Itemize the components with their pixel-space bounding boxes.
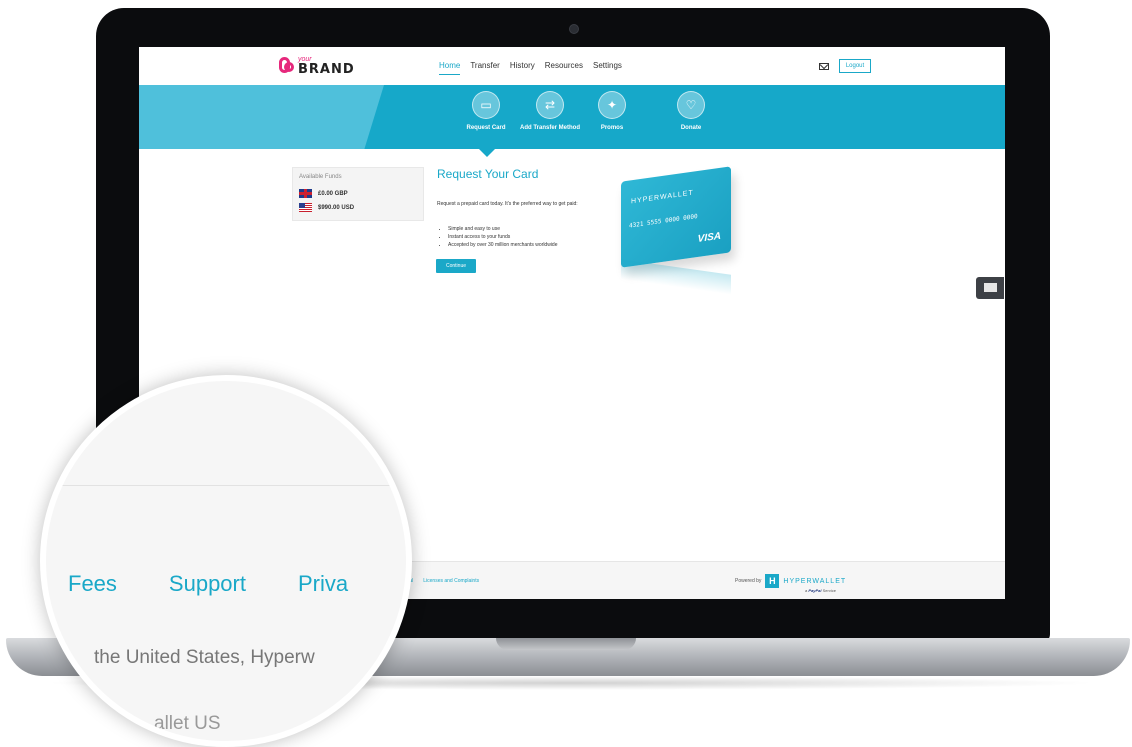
main-nav: Home Transfer History Resources Settings (439, 61, 622, 75)
paypal-prefix: a (805, 588, 808, 593)
logout-button[interactable]: Logout (839, 59, 871, 73)
funds-row-gbp: £0.00 GBP (299, 189, 348, 198)
logo-brand-text: BRAND (298, 62, 355, 77)
list-item: Instant access to your funds (448, 233, 558, 241)
card-benefits-list: Simple and easy to use Instant access to… (442, 225, 558, 249)
brand-logo-icon (279, 57, 295, 75)
funds-row-usd: $990.00 USD (299, 203, 354, 212)
ribbon-icon: ♡ (677, 91, 705, 119)
banner-item-add-transfer[interactable]: ⇄ Add Transfer Method (520, 91, 580, 132)
paypal-wordmark: PayPal (808, 588, 822, 593)
banner-item-request-card[interactable]: ▭ Request Card (456, 91, 516, 132)
magnified-link-privacy: Priva (297, 571, 349, 596)
powered-by-label: Powered by (735, 578, 762, 584)
webcam (569, 24, 579, 34)
funds-amount: $990.00 USD (318, 204, 355, 211)
funds-amount: £0.00 GBP (318, 190, 348, 197)
list-item: Accepted by over 30 million merchants wo… (448, 241, 558, 249)
visa-logo: VISA (697, 230, 721, 245)
banner-label: Donate (680, 125, 702, 131)
brand-logo[interactable]: your BRAND (279, 55, 355, 77)
hyperwallet-logo-icon: H (765, 574, 780, 588)
banner-label: Add Transfer Method (520, 125, 581, 131)
header: your BRAND Home Transfer History Resourc… (139, 47, 1005, 85)
available-funds-panel: Available Funds £0.00 GBP $990.00 USD (292, 167, 424, 221)
page-title: Request Your Card (437, 167, 539, 181)
banner-left-panel (139, 85, 384, 149)
laptop-base-notch (496, 638, 636, 650)
banner-item-promos[interactable]: ✦ Promos (582, 91, 642, 132)
magnifier-divider (46, 485, 406, 486)
magnifier-lens: Fees Support Priva the United States, Hy… (40, 375, 412, 747)
nav-home[interactable]: Home (439, 61, 461, 75)
gift-icon: ✦ (598, 91, 626, 119)
card-reflection (621, 259, 731, 295)
card-icon: ▭ (472, 91, 500, 119)
footer-links: Legal Licenses and Complaints (401, 578, 479, 584)
magnified-link-fees: Fees (68, 571, 117, 596)
nav-settings[interactable]: Settings (593, 61, 622, 75)
magnified-footer-links: Fees Support Priva (68, 571, 348, 597)
footer-link-licenses[interactable]: Licenses and Complaints (423, 578, 479, 584)
banner-pointer (479, 149, 495, 157)
banner-item-donate[interactable]: ♡ Donate (661, 91, 721, 132)
nav-resources[interactable]: Resources (545, 61, 583, 75)
magnified-text-line-2: allet US (154, 713, 221, 734)
prepaid-card-image: HYPERWALLET 4321 5555 0000 0000 VISA (621, 166, 731, 268)
nav-history[interactable]: History (510, 61, 535, 75)
chat-widget-tab[interactable] (976, 277, 1004, 299)
card-brand-text: HYPERWALLET (631, 189, 694, 206)
continue-button[interactable]: Continue (436, 259, 476, 273)
chat-icon (984, 283, 997, 292)
magnified-text-line: the United States, Hyperw (94, 647, 315, 668)
hyperwallet-wordmark: HYPERWALLET (783, 577, 847, 585)
transfer-icon: ⇄ (536, 91, 564, 119)
action-banner: ▭ Request Card ⇄ Add Transfer Method ✦ P… (139, 85, 1005, 149)
magnified-link-support: Support (168, 571, 246, 596)
mail-icon[interactable] (819, 63, 829, 70)
list-item: Simple and easy to use (448, 225, 558, 233)
paypal-service-label: a PayPal Service (805, 588, 836, 593)
nav-transfer[interactable]: Transfer (470, 61, 500, 75)
card-number-text: 4321 5555 0000 0000 (629, 212, 698, 230)
paypal-suffix: Service (822, 588, 836, 593)
us-flag-icon (299, 203, 312, 212)
powered-by: Powered by H HYPERWALLET (735, 574, 846, 588)
banner-label: Promos (600, 125, 624, 131)
funds-title: Available Funds (299, 174, 342, 180)
uk-flag-icon (299, 189, 312, 198)
card-description: Request a prepaid card today. It's the p… (437, 201, 578, 207)
banner-label: Request Card (466, 125, 506, 131)
